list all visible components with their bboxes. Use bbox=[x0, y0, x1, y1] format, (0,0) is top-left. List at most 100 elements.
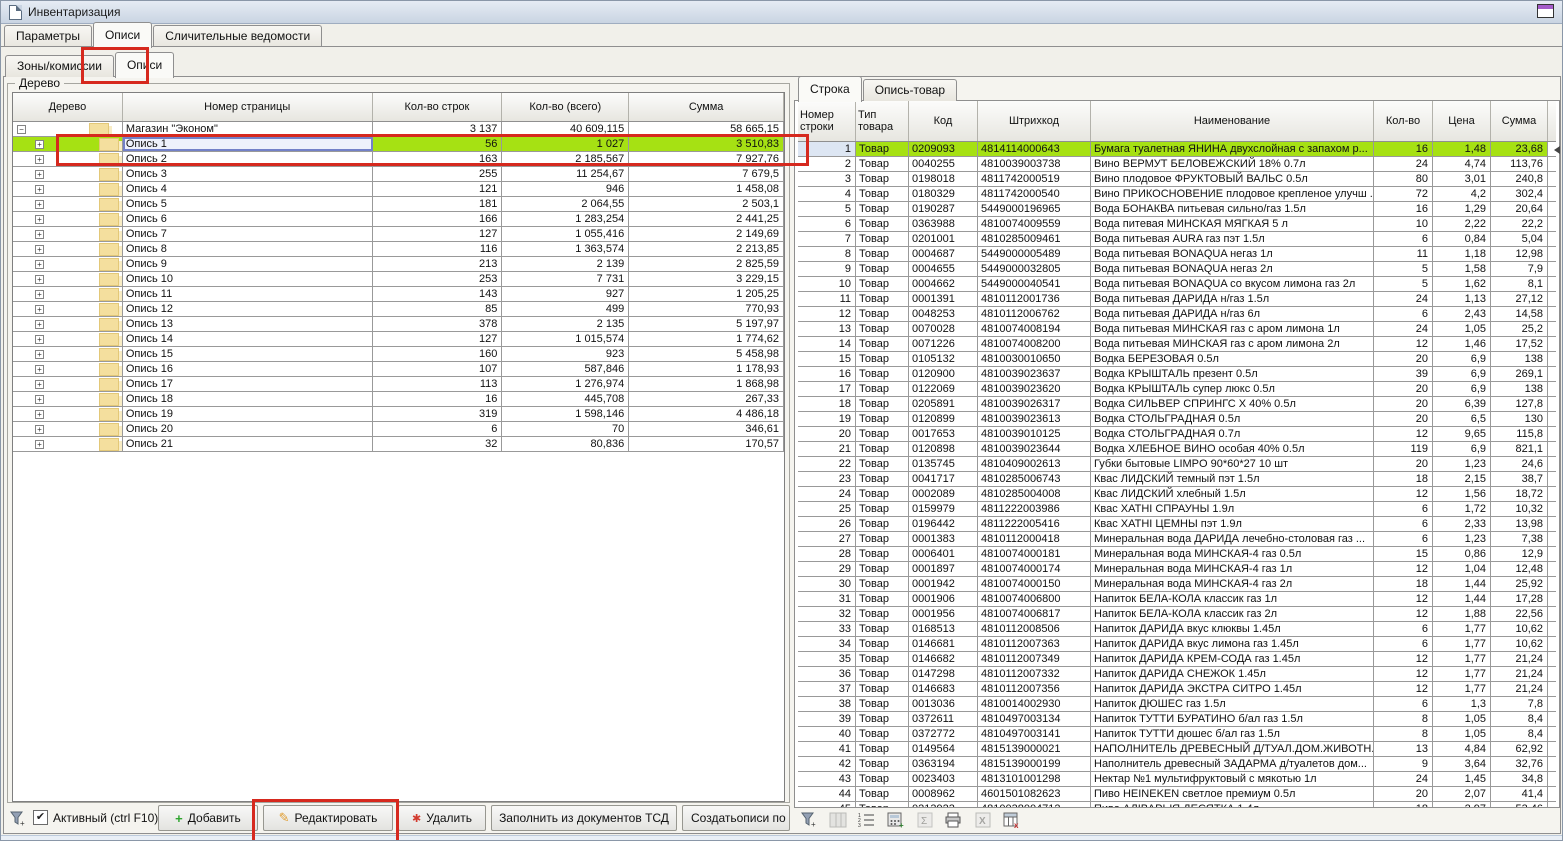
print-icon[interactable] bbox=[943, 810, 965, 830]
tree-expand-icon[interactable]: + bbox=[35, 365, 44, 374]
tree-row[interactable]: +Опись 325511 254,677 679,5 bbox=[13, 167, 784, 182]
tree-row[interactable]: +Опись 102537 7313 229,15 bbox=[13, 272, 784, 287]
columns-icon[interactable] bbox=[827, 810, 849, 830]
tree-expand-icon[interactable]: + bbox=[35, 200, 44, 209]
items-column-header[interactable]: Код bbox=[909, 101, 978, 141]
restore-window-icon[interactable] bbox=[1537, 4, 1554, 18]
item-row[interactable]: 31Товар00019064810074006800Напиток БЕЛА-… bbox=[798, 592, 1556, 607]
items-column-header[interactable]: Штрихкод bbox=[978, 101, 1091, 141]
item-row[interactable]: 18Товар02058914810039026317Водка СИЛЬВЕР… bbox=[798, 397, 1556, 412]
tree-expand-icon[interactable]: − bbox=[17, 125, 26, 134]
add-button[interactable]: + Добавить bbox=[158, 805, 258, 831]
item-row[interactable]: 30Товар00019424810074000150Минеральная в… bbox=[798, 577, 1556, 592]
fill-from-tsd-button[interactable]: Заполнить из документов ТСД bbox=[491, 805, 677, 831]
tree-expand-icon[interactable]: + bbox=[35, 185, 44, 194]
tree-column-header[interactable]: Кол-во строк bbox=[373, 93, 503, 121]
excel-export-icon[interactable]: X bbox=[972, 810, 994, 830]
tab-main-1[interactable]: Параметры bbox=[4, 25, 92, 47]
item-row[interactable]: 26Товар01964424811222005416Квас ХАТНІ ЦЕ… bbox=[798, 517, 1556, 532]
tree-expand-icon[interactable]: + bbox=[35, 230, 44, 239]
tree-row[interactable]: +Опись 81161 363,5742 213,85 bbox=[13, 242, 784, 257]
items-column-header[interactable]: Наименование bbox=[1091, 101, 1374, 141]
items-column-header[interactable]: Кол-во bbox=[1374, 101, 1433, 141]
item-row[interactable]: 12Товар00482534810112006762Вода питьевая… bbox=[798, 307, 1556, 322]
tree-row[interactable]: −Магазин "Эконом"3 13740 609,11558 665,1… bbox=[13, 122, 784, 137]
tree-expand-icon[interactable]: + bbox=[35, 305, 44, 314]
edit-button[interactable]: ✎ Редактировать bbox=[263, 805, 393, 831]
tree-column-header[interactable]: Кол-во (всего) bbox=[502, 93, 629, 121]
item-row[interactable]: 1Товар02090934814114000643Бумага туалетн… bbox=[798, 142, 1556, 157]
item-row[interactable]: 8Товар00046875449000005489Вода питьевая … bbox=[798, 247, 1556, 262]
item-row[interactable]: 33Товар01685134810112008506Напиток ДАРИД… bbox=[798, 622, 1556, 637]
tree-expand-icon[interactable]: + bbox=[35, 155, 44, 164]
item-row[interactable]: 9Товар00046555449000032805Вода питьевая … bbox=[798, 262, 1556, 277]
tree-row[interactable]: +Опись 1561 0273 510,83 bbox=[13, 137, 784, 152]
item-row[interactable]: 14Товар00712264810074008200Вода питьевая… bbox=[798, 337, 1556, 352]
item-row[interactable]: 38Товар00130364810014002930Напиток ДЮШЕС… bbox=[798, 697, 1556, 712]
tree-row[interactable]: +Опись 141271 015,5741 774,62 bbox=[13, 332, 784, 347]
item-row[interactable]: 13Товар00700284810074008194Вода питьевая… bbox=[798, 322, 1556, 337]
tree-expand-icon[interactable]: + bbox=[35, 260, 44, 269]
item-row[interactable]: 29Товар00018974810074000174Минеральная в… bbox=[798, 562, 1556, 577]
items-column-header[interactable]: Номер строки bbox=[798, 101, 856, 141]
item-row[interactable]: 16Товар01209004810039023637Водка КРЫШТАЛ… bbox=[798, 367, 1556, 382]
tree-expand-icon[interactable]: + bbox=[35, 140, 44, 149]
item-row[interactable]: 22Товар01357454810409002613Губки бытовые… bbox=[798, 457, 1556, 472]
tree-column-header[interactable]: Номер страницы bbox=[123, 93, 373, 121]
item-row[interactable]: 6Товар03639884810074009559Вода питевая М… bbox=[798, 217, 1556, 232]
tree-column-header[interactable]: Сумма bbox=[629, 93, 784, 121]
item-row[interactable]: 21Товар01208984810039023644Водка ХЛЕБНОЕ… bbox=[798, 442, 1556, 457]
item-row[interactable]: 32Товар00019564810074006817Напиток БЕЛА-… bbox=[798, 607, 1556, 622]
tree-expand-icon[interactable]: + bbox=[35, 410, 44, 419]
item-row[interactable]: 41Товар01495644815139000021НАПОЛНИТЕЛЬ Д… bbox=[798, 742, 1556, 757]
item-row[interactable]: 27Товар00013834810112000418Минеральная в… bbox=[798, 532, 1556, 547]
item-row[interactable]: 15Товар01051324810030010650Водка БЕРЕЗОВ… bbox=[798, 352, 1556, 367]
numbered-list-icon[interactable]: 123 bbox=[856, 810, 878, 830]
tree-column-header[interactable]: Дерево bbox=[13, 93, 123, 121]
tree-expand-icon[interactable]: + bbox=[35, 290, 44, 299]
tree-expand-icon[interactable]: + bbox=[35, 335, 44, 344]
item-row[interactable]: 36Товар01472984810112007332Напиток ДАРИД… bbox=[798, 667, 1556, 682]
tree-expand-icon[interactable]: + bbox=[35, 320, 44, 329]
item-row[interactable]: 10Товар00046625449000040541Вода питьевая… bbox=[798, 277, 1556, 292]
item-row[interactable]: 7Товар02010014810285009461Вода питьевая … bbox=[798, 232, 1556, 247]
table-delete-icon[interactable]: x bbox=[1001, 810, 1023, 830]
tree-row[interactable]: +Опись 193191 598,1464 486,18 bbox=[13, 407, 784, 422]
item-row[interactable]: 3Товар01980184811742000519Вино плодовое … bbox=[798, 172, 1556, 187]
tree-row[interactable]: +Опись 111439271 205,25 bbox=[13, 287, 784, 302]
tree-row[interactable]: +Опись 213280,836170,57 bbox=[13, 437, 784, 452]
tree-expand-icon[interactable]: + bbox=[35, 350, 44, 359]
item-row[interactable]: 24Товар00020894810285004008Квас ЛИДСКИЙ … bbox=[798, 487, 1556, 502]
filter-icon[interactable]: + bbox=[798, 810, 820, 830]
item-row[interactable]: 19Товар01208994810039023613Водка СТОЛЬГР… bbox=[798, 412, 1556, 427]
item-row[interactable]: 4Товар01803294811742000540Вино ПРИКОСНОВ… bbox=[798, 187, 1556, 202]
sigma-icon[interactable]: Σ bbox=[914, 810, 936, 830]
item-row[interactable]: 37Товар01466834810112007356Напиток ДАРИД… bbox=[798, 682, 1556, 697]
tree-expand-icon[interactable]: + bbox=[35, 380, 44, 389]
item-row[interactable]: 44Товар00089624601501082623Пиво HEINEKEN… bbox=[798, 787, 1556, 802]
tree-row[interactable]: +Опись 171131 276,9741 868,98 bbox=[13, 377, 784, 392]
tab-items-2[interactable]: Опись-товар bbox=[863, 79, 957, 101]
items-column-header[interactable]: Цена bbox=[1433, 101, 1491, 141]
item-row[interactable]: 2Товар00402554810039003738Вино ВЕРМУТ БЕ… bbox=[798, 157, 1556, 172]
tab-sub-2[interactable]: Описи bbox=[115, 52, 174, 78]
tree-row[interactable]: +Опись 92132 1392 825,59 bbox=[13, 257, 784, 272]
item-row[interactable]: 35Товар01466824810112007349Напиток ДАРИД… bbox=[798, 652, 1556, 667]
item-row[interactable]: 42Товар03631944815139000199Наполнитель д… bbox=[798, 757, 1556, 772]
items-column-header[interactable]: Тип товара bbox=[856, 101, 909, 141]
tree-row[interactable]: +Опись 71271 055,4162 149,69 bbox=[13, 227, 784, 242]
tree-row[interactable]: +Опись 16107587,8461 178,93 bbox=[13, 362, 784, 377]
item-row[interactable]: 34Товар01466814810112007363Напиток ДАРИД… bbox=[798, 637, 1556, 652]
tree-row[interactable]: +Опись 133782 1355 197,97 bbox=[13, 317, 784, 332]
item-row[interactable]: 23Товар00417174810285006743Квас ЛИДСКИЙ … bbox=[798, 472, 1556, 487]
tree-expand-icon[interactable]: + bbox=[35, 395, 44, 404]
tab-items-1[interactable]: Строка bbox=[798, 76, 862, 102]
tree-expand-icon[interactable]: + bbox=[35, 425, 44, 434]
delete-button[interactable]: ✱ Удалить bbox=[398, 805, 486, 831]
tree-row[interactable]: +Опись 41219461 458,08 bbox=[13, 182, 784, 197]
tree-row[interactable]: +Опись 151609235 458,98 bbox=[13, 347, 784, 362]
item-row[interactable]: 43Товар00234034813101001298Нектар №1 мул… bbox=[798, 772, 1556, 787]
item-row[interactable]: 39Товар03726114810497003134Напиток ТУТТИ… bbox=[798, 712, 1556, 727]
tree-expand-icon[interactable]: + bbox=[35, 440, 44, 449]
tree-row[interactable]: +Опись 1816445,708267,33 bbox=[13, 392, 784, 407]
